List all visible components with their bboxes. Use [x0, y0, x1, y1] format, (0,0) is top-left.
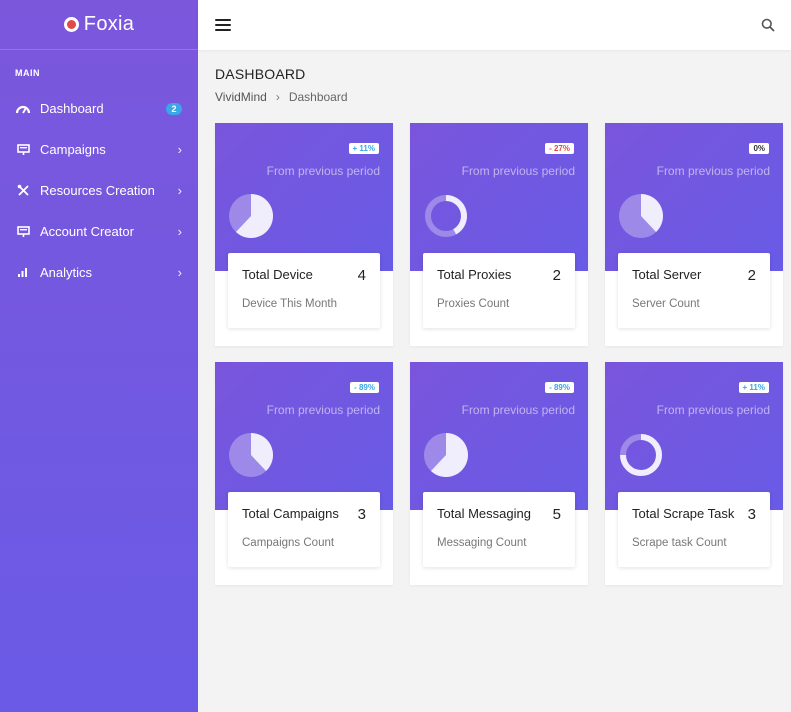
stat-card-total-campaigns[interactable]: - 89% From previous period Total Campaig… — [215, 362, 393, 585]
pie-chart-icon — [229, 194, 273, 238]
sidebar-item-label: Dashboard — [40, 101, 104, 116]
card-subtitle: Server Count — [632, 298, 700, 310]
donut-chart-icon — [620, 434, 662, 476]
search-icon[interactable] — [761, 18, 775, 32]
card-body: Total Scrape Task 3 Scrape task Count — [618, 492, 770, 567]
card-title: Total Device — [242, 267, 313, 282]
monitor-icon — [16, 225, 30, 239]
tools-icon — [16, 184, 30, 198]
change-badge: - 89% — [545, 382, 574, 393]
period-label: From previous period — [266, 164, 380, 178]
page-title: DASHBOARD — [215, 66, 306, 82]
card-value: 2 — [747, 267, 756, 284]
card-body: Total Device 4 Device This Month — [228, 253, 380, 328]
sidebar-item-campaigns[interactable]: Campaigns › — [0, 129, 198, 170]
card-title: Total Messaging — [437, 506, 531, 521]
monitor-icon — [16, 143, 30, 157]
card-body: Total Messaging 5 Messaging Count — [423, 492, 575, 567]
sidebar-item-label: Campaigns — [40, 142, 106, 157]
chevron-right-icon: › — [177, 224, 182, 239]
change-badge: - 89% — [350, 382, 379, 393]
donut-arc — [445, 195, 467, 235]
chevron-right-icon: › — [177, 142, 182, 157]
card-subtitle: Messaging Count — [437, 537, 527, 549]
card-body: Total Proxies 2 Proxies Count — [423, 253, 575, 328]
bar-chart-icon — [16, 266, 30, 280]
change-badge: 0% — [749, 143, 769, 154]
brand-name: Foxia — [83, 13, 135, 35]
card-value: 3 — [357, 506, 366, 523]
change-badge: - 27% — [545, 143, 574, 154]
card-subtitle: Device This Month — [242, 298, 338, 310]
sidebar-item-dashboard[interactable]: Dashboard 2 — [0, 88, 198, 129]
card-header: - 89% From previous period — [410, 362, 588, 510]
stat-card-total-scrape-task[interactable]: + 11% From previous period Total Scrape … — [605, 362, 783, 585]
top-bar — [198, 0, 791, 50]
card-header: - 27% From previous period — [410, 123, 588, 271]
card-title: Total Campaigns — [242, 506, 339, 521]
card-header: + 11% From previous period — [605, 362, 783, 510]
sidebar-item-account-creator[interactable]: Account Creator › — [0, 211, 198, 252]
breadcrumb: VividMind › Dashboard — [215, 90, 348, 104]
stat-card-total-proxies[interactable]: - 27% From previous period Total Proxies… — [410, 123, 588, 346]
chevron-right-icon: › — [177, 183, 182, 198]
sidebar-item-label: Analytics — [40, 265, 93, 280]
period-label: From previous period — [656, 403, 770, 417]
breadcrumb-root[interactable]: VividMind — [215, 90, 267, 104]
period-label: From previous period — [461, 164, 575, 178]
gauge-icon — [16, 102, 30, 116]
period-label: From previous period — [656, 164, 770, 178]
menu-toggle-icon[interactable] — [215, 19, 231, 31]
sidebar-section-title: MAIN — [15, 68, 40, 78]
stat-card-total-server[interactable]: 0% From previous period Total Server 2 S… — [605, 123, 783, 346]
sidebar-item-analytics[interactable]: Analytics › — [0, 252, 198, 293]
pie-chart-icon — [619, 194, 663, 238]
breadcrumb-current: Dashboard — [288, 90, 348, 104]
card-title: Total Server — [632, 267, 702, 282]
sidebar-item-label: Account Creator — [40, 224, 134, 239]
foxia-logo-icon — [63, 17, 79, 32]
pie-chart-icon — [229, 433, 273, 477]
sidebar-item-label: Resources Creation — [40, 183, 155, 198]
card-title: Total Proxies — [437, 267, 512, 282]
notification-badge: 2 — [166, 102, 182, 115]
chevron-right-icon: › — [177, 265, 182, 280]
card-body: Total Campaigns 3 Campaigns Count — [228, 492, 380, 567]
card-value: 4 — [357, 267, 366, 284]
card-header: + 11% From previous period — [215, 123, 393, 271]
card-subtitle: Campaigns Count — [242, 537, 335, 549]
sidebar: Foxia MAIN Dashboard 2 Campaigns › Resou… — [0, 0, 198, 712]
card-header: 0% From previous period — [605, 123, 783, 271]
change-badge: + 11% — [348, 143, 379, 154]
pie-chart-icon — [424, 433, 468, 477]
period-label: From previous period — [461, 403, 575, 417]
donut-chart-icon — [425, 195, 467, 237]
card-subtitle: Scrape task Count — [632, 537, 727, 549]
stat-card-total-device[interactable]: + 11% From previous period Total Device … — [215, 123, 393, 346]
card-subtitle: Proxies Count — [437, 298, 510, 310]
stat-card-total-messaging[interactable]: - 89% From previous period Total Messagi… — [410, 362, 588, 585]
period-label: From previous period — [266, 403, 380, 417]
card-value: 5 — [552, 506, 561, 523]
brand-logo[interactable]: Foxia — [0, 0, 198, 50]
card-body: Total Server 2 Server Count — [618, 253, 770, 328]
sidebar-item-resources-creation[interactable]: Resources Creation › — [0, 170, 198, 211]
card-value: 3 — [747, 506, 756, 523]
change-badge: + 11% — [738, 382, 769, 393]
card-title: Total Scrape Task — [632, 506, 735, 521]
breadcrumb-separator-icon: › — [275, 90, 280, 104]
card-value: 2 — [552, 267, 561, 284]
card-header: - 89% From previous period — [215, 362, 393, 510]
